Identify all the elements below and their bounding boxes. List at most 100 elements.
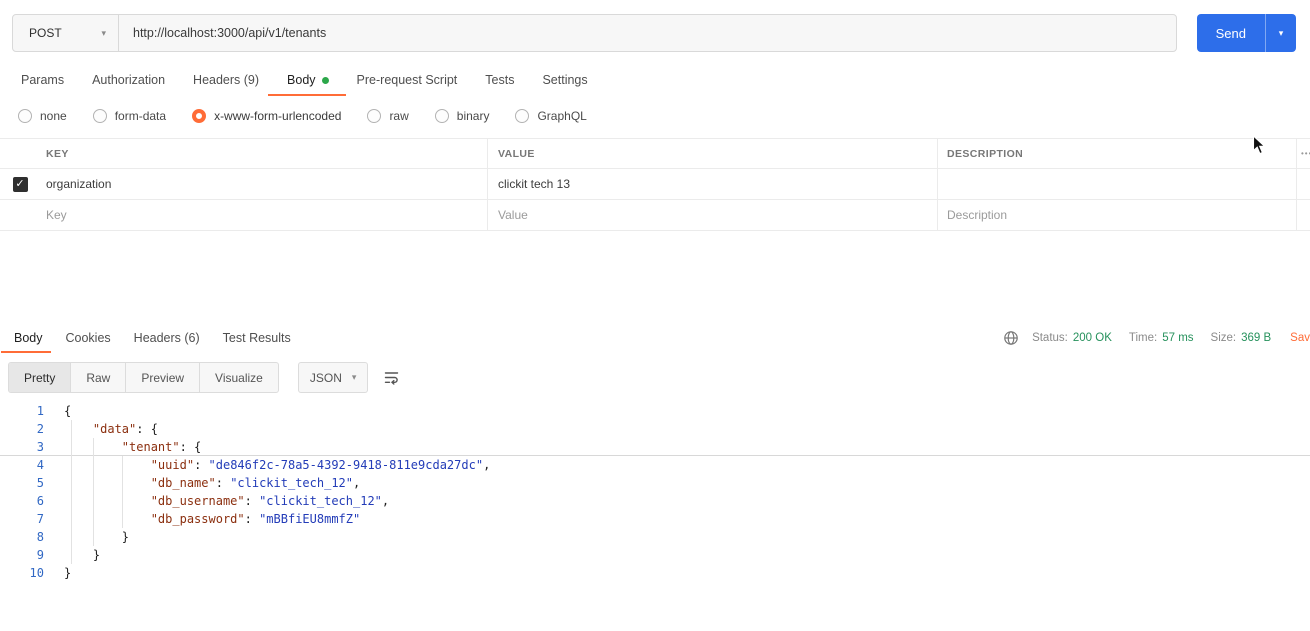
column-header-value: VALUE — [498, 147, 535, 160]
table-header-row: KEY VALUE DESCRIPTION ••• — [0, 139, 1310, 169]
new-description-input[interactable] — [947, 208, 1296, 222]
line-content: "data": { — [92, 422, 158, 436]
tab-label: Headers (9) — [193, 73, 260, 87]
tab-label: Tests — [485, 73, 515, 87]
response-body-viewer: 1{2 "data": {3 "tenant": {4 "uuid": "de8… — [0, 402, 1310, 582]
code-line: 1{ — [0, 402, 1310, 420]
chevron-down-icon: ▾ — [351, 372, 357, 382]
line-number: 8 — [36, 530, 44, 544]
body-mode-radios: none form-data x-www-form-urlencoded raw bin… — [18, 106, 1310, 126]
save-response-button[interactable]: Sav — [1290, 332, 1310, 344]
column-header-key: KEY — [46, 147, 69, 160]
chevron-down-icon: ▾ — [101, 27, 106, 38]
line-content: } — [64, 566, 72, 580]
line-content: } — [92, 548, 101, 562]
view-tab-preview[interactable]: Preview — [126, 363, 201, 392]
body-mode-raw[interactable]: raw — [367, 109, 409, 123]
status-label: Status: — [1032, 332, 1068, 344]
view-tab-pretty[interactable]: Pretty — [9, 363, 72, 392]
code-line: 8 } — [0, 528, 1310, 546]
tab-authorization[interactable]: Authorization — [85, 64, 172, 96]
url-bar: POST ▾ — [12, 14, 1177, 52]
request-url-row: POST ▾ Send ▾ — [0, 0, 1310, 52]
line-content: "db_name": "clickit_tech_12", — [150, 476, 361, 490]
chevron-down-icon: ▾ — [1278, 27, 1284, 38]
radio-label: raw — [389, 109, 409, 123]
line-content: "db_password": "mBBfiEU8mmfZ" — [150, 512, 361, 526]
code-line: 7 "db_password": "mBBfiEU8mmfZ" — [0, 510, 1310, 528]
request-tabs: Params Authorization Headers (9) Body Pre-re… — [7, 64, 1310, 96]
globe-icon[interactable] — [1003, 330, 1019, 346]
wrap-lines-icon[interactable] — [383, 369, 400, 386]
description-input[interactable] — [947, 177, 1296, 191]
code-line: 5 "db_name": "clickit_tech_12", — [0, 474, 1310, 492]
code-line: 3 "tenant": { — [0, 438, 1310, 456]
response-tab-test-results[interactable]: Test Results — [217, 323, 297, 353]
tab-body[interactable]: Body — [268, 64, 345, 96]
table-new-row — [0, 200, 1310, 231]
new-key-input[interactable] — [46, 208, 487, 222]
line-content: "tenant": { — [121, 440, 202, 454]
response-tabs: Body Cookies Headers (6) Test Results — [1, 323, 308, 353]
radio-label: binary — [456, 109, 490, 123]
url-input[interactable] — [119, 15, 1176, 51]
line-number: 10 — [29, 566, 44, 580]
time-value: 57 ms — [1162, 332, 1194, 344]
radio-label: x-www-form-urlencoded — [214, 109, 342, 123]
indent-guide — [122, 456, 123, 528]
radio-icon — [434, 109, 449, 123]
view-mode-segmented-control: Pretty Raw Preview Visualize — [8, 362, 279, 393]
column-header-description: DESCRIPTION — [947, 147, 1024, 160]
body-mode-form-data[interactable]: form-data — [92, 109, 167, 123]
table-row: ✓ — [0, 169, 1310, 200]
radio-icon — [192, 109, 207, 123]
method-dropdown[interactable]: POST ▾ — [13, 15, 119, 51]
language-dropdown[interactable]: JSON ▾ — [297, 362, 369, 393]
body-content-dot-icon — [321, 76, 329, 84]
tab-label: Pre-request Script — [356, 73, 458, 87]
tab-label: Authorization — [92, 73, 166, 87]
body-mode-graphql[interactable]: GraphQL — [515, 109, 587, 123]
radio-label: form-data — [114, 109, 167, 123]
view-tab-raw[interactable]: Raw — [71, 363, 127, 392]
response-tab-headers-6[interactable]: Headers (6) — [128, 323, 206, 353]
indent-guide — [71, 420, 72, 564]
send-options-button[interactable]: ▾ — [1265, 14, 1296, 52]
line-content: { — [64, 404, 72, 418]
line-number: 1 — [36, 404, 44, 418]
response-tab-cookies[interactable]: Cookies — [60, 323, 117, 353]
key-input[interactable] — [46, 177, 487, 191]
code-line: 2 "data": { — [0, 420, 1310, 438]
size-label: Size: — [1210, 332, 1237, 344]
urlencoded-table: KEY VALUE DESCRIPTION ••• ✓ — [0, 138, 1310, 231]
line-content: } — [121, 530, 130, 544]
tab-label: Settings — [542, 73, 588, 87]
new-value-input[interactable] — [498, 208, 937, 222]
code-line: 10} — [0, 564, 1310, 582]
line-content: "db_username": "clickit_tech_12", — [150, 494, 390, 508]
view-tab-visualize[interactable]: Visualize — [200, 363, 278, 392]
table-overflow-menu-icon[interactable]: ••• — [1297, 149, 1310, 158]
row-enabled-checkbox[interactable]: ✓ — [12, 176, 28, 192]
status-value: 200 OK — [1072, 332, 1112, 344]
response-header: Body Cookies Headers (6) Test Results Statu… — [0, 323, 1310, 353]
radio-icon — [18, 109, 32, 123]
body-mode-x-www-form-urlencoded[interactable]: x-www-form-urlencoded — [192, 109, 341, 123]
line-number: 5 — [36, 476, 44, 490]
radio-label: GraphQL — [537, 109, 587, 123]
response-view-toolbar: Pretty Raw Preview Visualize JSON ▾ — [8, 362, 1310, 393]
body-mode-none[interactable]: none — [18, 109, 67, 123]
tab-pre-request-script[interactable]: Pre-request Script — [350, 64, 465, 96]
response-tab-body[interactable]: Body — [1, 323, 50, 353]
send-button[interactable]: Send — [1196, 14, 1265, 52]
tab-label: Params — [21, 73, 65, 87]
tab-settings[interactable]: Settings — [535, 64, 594, 96]
line-number: 6 — [36, 494, 44, 508]
tab-headers-9[interactable]: Headers (9) — [186, 64, 266, 96]
tab-tests[interactable]: Tests — [478, 64, 521, 96]
body-mode-binary[interactable]: binary — [434, 109, 490, 123]
indent-guide — [93, 438, 94, 546]
tab-params[interactable]: Params — [14, 64, 71, 96]
value-input[interactable] — [498, 177, 937, 191]
size-value: 369 B — [1241, 332, 1272, 344]
